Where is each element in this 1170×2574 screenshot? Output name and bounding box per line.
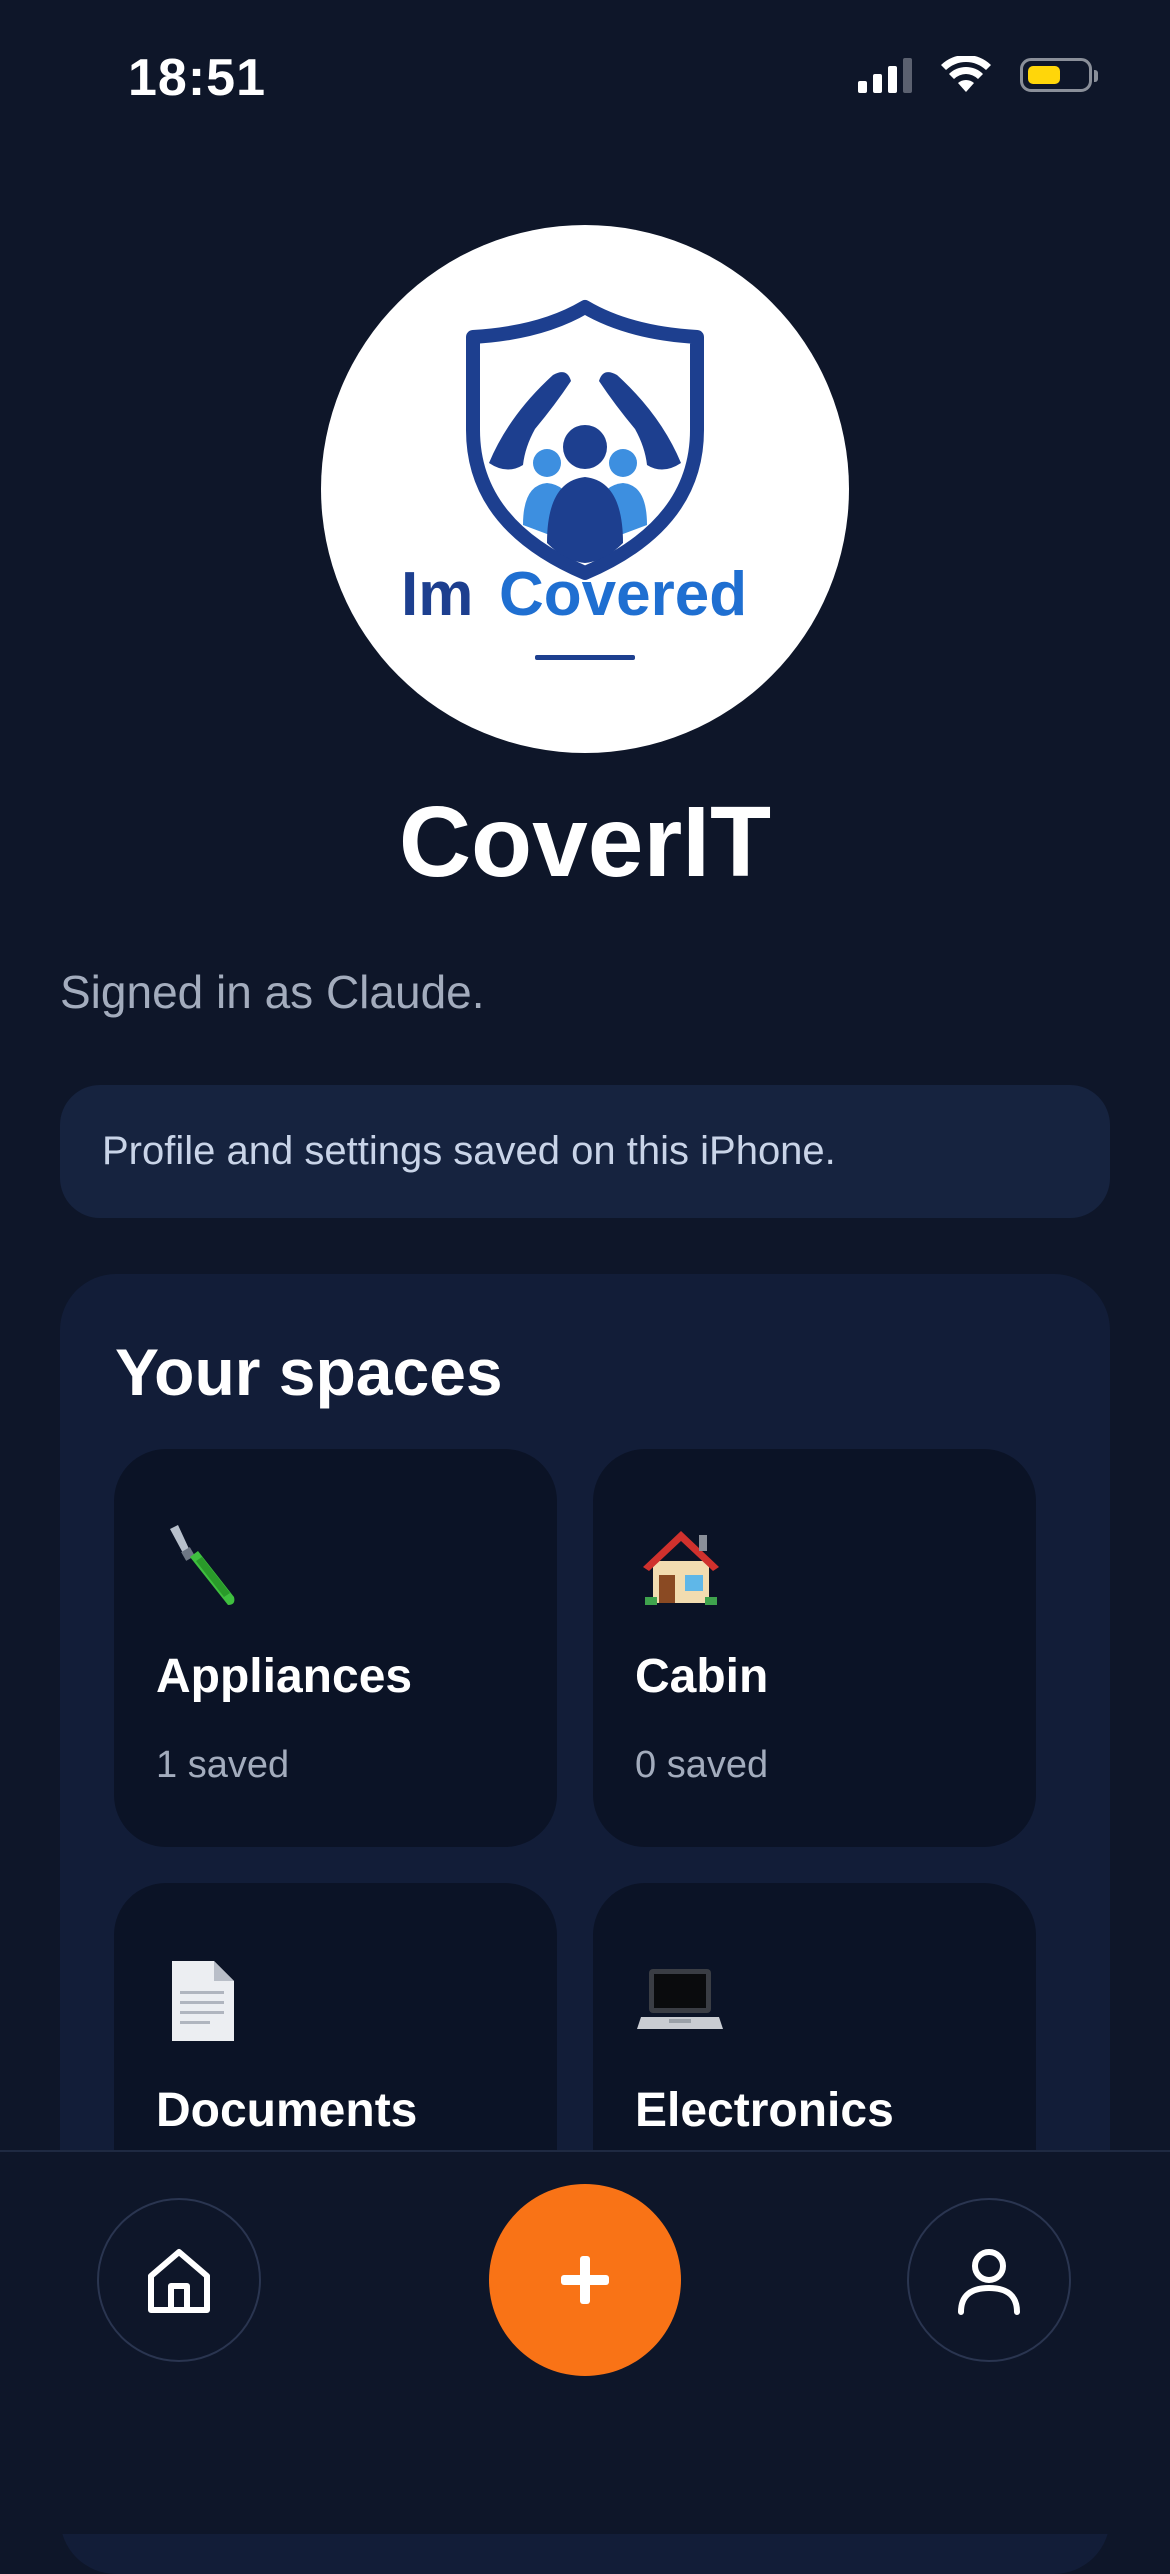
status-time: 18:51: [128, 49, 266, 107]
space-card-appliances[interactable]: Appliances 1 saved: [114, 1449, 557, 1847]
screwdriver-icon: [170, 1525, 235, 1605]
add-button[interactable]: [489, 2184, 681, 2376]
house-icon: [643, 1531, 719, 1605]
spaces-title: Your spaces: [115, 1335, 503, 1409]
settings-notice: Profile and settings saved on this iPhon…: [60, 1085, 1110, 1218]
document-icon: [172, 1961, 234, 2041]
space-count: 1 saved: [156, 1744, 290, 1786]
space-name: Cabin: [635, 1650, 769, 1703]
app-title: CoverIT: [398, 786, 772, 898]
home-icon: [148, 2249, 210, 2313]
status-bar: 18:51: [0, 0, 1170, 150]
space-count: 0 saved: [635, 1744, 769, 1786]
logo-wordmark-covered: Covered: [499, 560, 747, 629]
signed-in-text: Signed in as Claude.: [60, 966, 485, 1018]
space-name: Electronics: [635, 2084, 894, 2137]
battery-icon: [1020, 58, 1098, 92]
status-icons: [858, 56, 1098, 94]
app-logo: Im Covered: [321, 225, 849, 753]
space-card-cabin[interactable]: Cabin 0 saved: [593, 1449, 1036, 1847]
home-button[interactable]: [97, 2198, 261, 2362]
space-name: Documents: [156, 2084, 418, 2137]
bottom-nav: [0, 2150, 1170, 2534]
add-icon: [561, 2256, 609, 2304]
profile-icon: [958, 2249, 1020, 2315]
space-name: Appliances: [156, 1650, 413, 1703]
wifi-icon: [941, 56, 991, 92]
settings-notice-text: Profile and settings saved on this iPhon…: [102, 1129, 836, 1173]
logo-wordmark-im: Im: [401, 560, 473, 629]
laptop-icon: [637, 1969, 723, 2029]
profile-button[interactable]: [907, 2198, 1071, 2362]
cellular-signal-icon: [858, 57, 912, 93]
